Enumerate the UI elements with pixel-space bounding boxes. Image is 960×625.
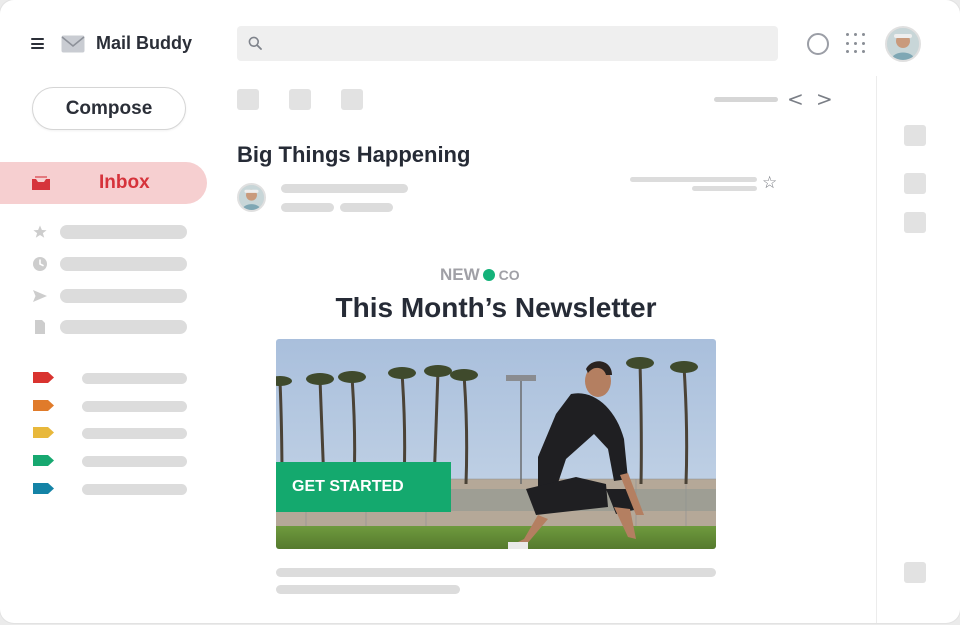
sidebar-label-yellow[interactable] [32, 426, 187, 440]
search-input[interactable] [237, 26, 778, 61]
compose-button[interactable]: Compose [32, 87, 186, 130]
sidebar-label-blue[interactable] [32, 482, 187, 496]
avatar-photo [239, 185, 264, 210]
label-tag-icon [33, 372, 54, 383]
label-tag-icon [33, 455, 54, 466]
placeholder-bar [60, 257, 187, 271]
chevron-right-icon[interactable]: > [816, 89, 833, 109]
mail-window: Mail Buddy Compose Inbox < > Big Things … [0, 0, 960, 623]
sidebar-item-label: Inbox [99, 172, 150, 193]
placeholder-bar [82, 484, 187, 495]
toolbar-button-archive[interactable] [237, 89, 259, 110]
chevron-left-icon[interactable]: < [787, 89, 804, 109]
brand-dot [482, 269, 495, 281]
side-panel-button-contacts[interactable] [904, 212, 926, 233]
search-icon [248, 36, 262, 50]
label-tag-icon [33, 427, 54, 438]
sender-detail-placeholder [281, 203, 334, 212]
pagination-placeholder [714, 97, 778, 102]
document-icon [35, 320, 45, 334]
sender-name-placeholder [281, 184, 408, 193]
placeholder-bar [82, 456, 187, 467]
sidebar-label-orange[interactable] [32, 399, 187, 413]
placeholder-bar [82, 373, 187, 384]
label-tag-icon [33, 483, 54, 494]
user-avatar[interactable] [885, 26, 921, 62]
date-placeholder [692, 186, 757, 191]
sidebar-label-green[interactable] [32, 454, 187, 468]
sidebar-item-starred[interactable] [32, 224, 187, 240]
placeholder-bar [60, 320, 187, 334]
right-rail-divider [876, 76, 877, 623]
side-panel-button-calendar[interactable] [904, 125, 926, 146]
brand-logo: NEW CO [440, 265, 520, 285]
hamburger-menu-icon[interactable] [31, 38, 44, 49]
placeholder-bar [82, 401, 187, 412]
clock-icon [33, 257, 47, 271]
sidebar-item-sent[interactable] [32, 288, 187, 304]
side-panel-button-tasks[interactable] [904, 173, 926, 194]
sender-avatar [237, 183, 266, 212]
label-tag-icon [33, 400, 54, 411]
body-text-placeholder [276, 585, 460, 594]
send-icon [33, 290, 47, 302]
sender-detail-placeholder [340, 203, 393, 212]
message-subject: Big Things Happening [237, 142, 471, 167]
brand-text-suffix: CO [498, 267, 520, 283]
avatar-photo [887, 28, 919, 60]
placeholder-bar [60, 289, 187, 303]
star-icon [33, 225, 47, 238]
envelope-icon [61, 35, 85, 53]
sidebar-item-drafts[interactable] [32, 319, 187, 335]
placeholder-bar [60, 225, 187, 239]
apps-grid-icon[interactable] [846, 33, 868, 55]
sidebar-item-snoozed[interactable] [32, 256, 187, 272]
hero-image: GET STARTED [276, 339, 716, 549]
circle-icon[interactable] [807, 33, 829, 55]
body-text-placeholder [276, 568, 716, 577]
placeholder-bar [82, 428, 187, 439]
newsletter-headline: This Month’s Newsletter [335, 292, 657, 323]
get-started-button[interactable]: GET STARTED [276, 462, 451, 512]
hero-photo [276, 339, 716, 549]
side-panel-button-add[interactable] [904, 562, 926, 583]
inbox-icon [32, 176, 50, 190]
brand-text: NEW [440, 265, 480, 284]
sidebar-label-red[interactable] [32, 371, 187, 385]
toolbar-button-delete[interactable] [341, 89, 363, 110]
toolbar-button-report[interactable] [289, 89, 311, 110]
star-icon[interactable]: ☆ [762, 173, 777, 193]
app-title: Mail Buddy [96, 33, 193, 53]
sidebar-item-inbox[interactable]: Inbox [0, 162, 207, 204]
date-placeholder [630, 177, 757, 182]
